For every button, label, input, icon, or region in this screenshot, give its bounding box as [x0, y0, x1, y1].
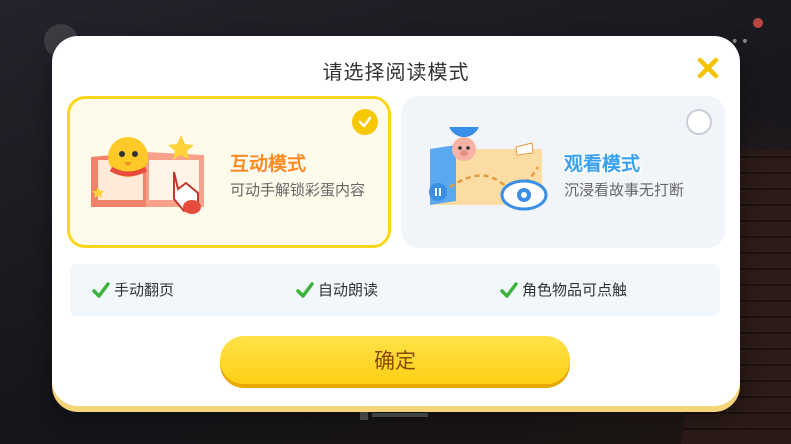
close-icon [697, 57, 719, 79]
background-notification-dot [753, 18, 763, 28]
mode-description-interactive: 可动手解锁彩蛋内容 [230, 181, 366, 199]
close-button[interactable] [694, 54, 722, 82]
mode-description-watch: 沉浸看故事无打断 [564, 181, 685, 199]
feature-label: 角色物品可点触 [522, 281, 628, 299]
mode-name-watch: 观看模式 [564, 153, 641, 175]
interactive-book-illustration [91, 135, 204, 214]
green-check-icon [500, 281, 518, 298]
feature-label: 自动朗读 [318, 281, 379, 299]
feature-label: 手动翻页 [114, 281, 175, 299]
feature-item: 自动朗读 [296, 279, 378, 300]
selected-check-icon [352, 109, 378, 135]
green-check-icon [92, 281, 110, 298]
reading-mode-dialog: 请选择阅读模式 互动模式 可动手解锁彩蛋内容 观看模式 沉浸看故事无打断 手动翻… [52, 36, 740, 406]
mode-card-interactive[interactable]: 互动模式 可动手解锁彩蛋内容 [67, 96, 391, 248]
dialog-title: 请选择阅读模式 [322, 60, 470, 84]
watch-map-illustration [429, 127, 548, 211]
publisher-watermark [360, 408, 430, 425]
green-check-icon [296, 281, 314, 298]
mode-card-watch[interactable]: 观看模式 沉浸看故事无打断 [401, 96, 725, 248]
features-list: 手动翻页 自动朗读 角色物品可点触 [70, 264, 720, 316]
confirm-button[interactable]: 确定 [220, 336, 570, 384]
feature-item: 角色物品可点触 [500, 279, 627, 300]
mode-name-interactive: 互动模式 [230, 153, 307, 175]
unselected-radio-icon [686, 109, 712, 135]
feature-item: 手动翻页 [92, 279, 174, 300]
